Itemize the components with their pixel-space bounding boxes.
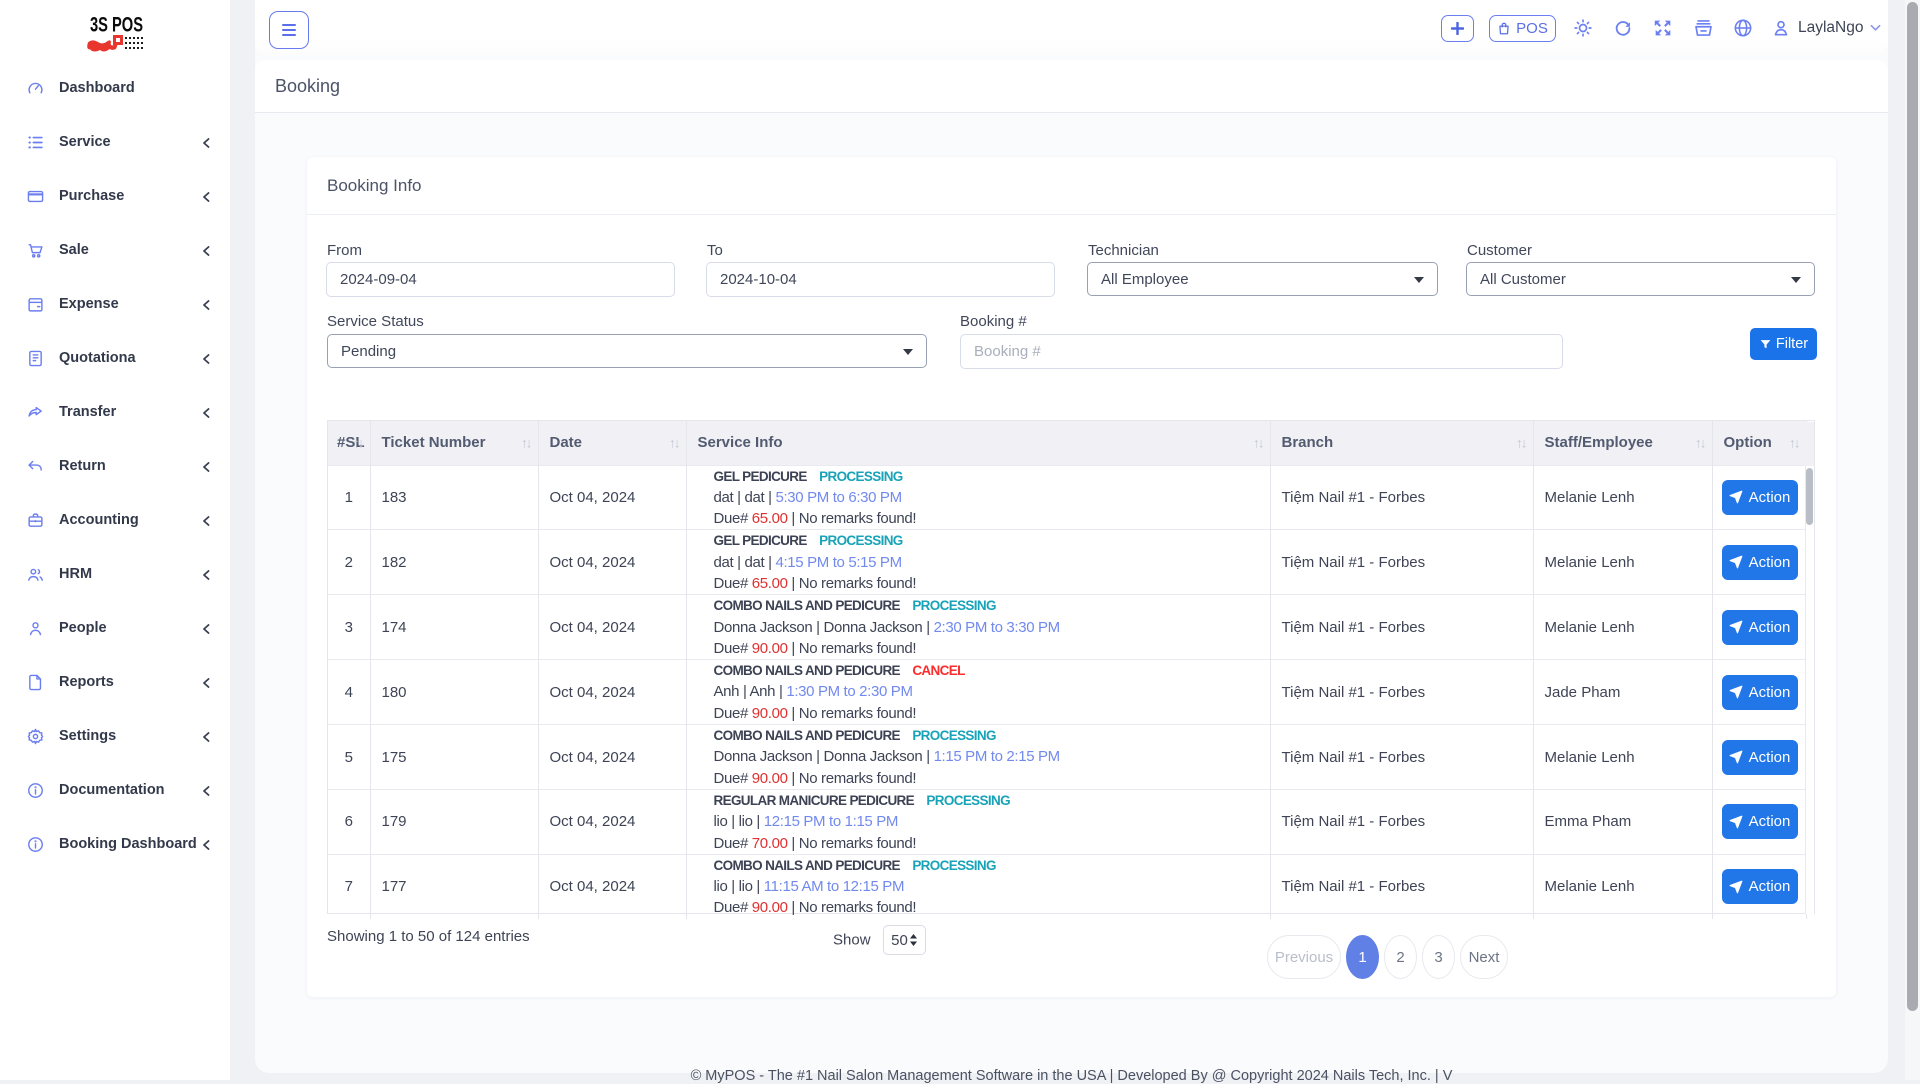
svg-text:3S POS: 3S POS [90, 14, 143, 37]
